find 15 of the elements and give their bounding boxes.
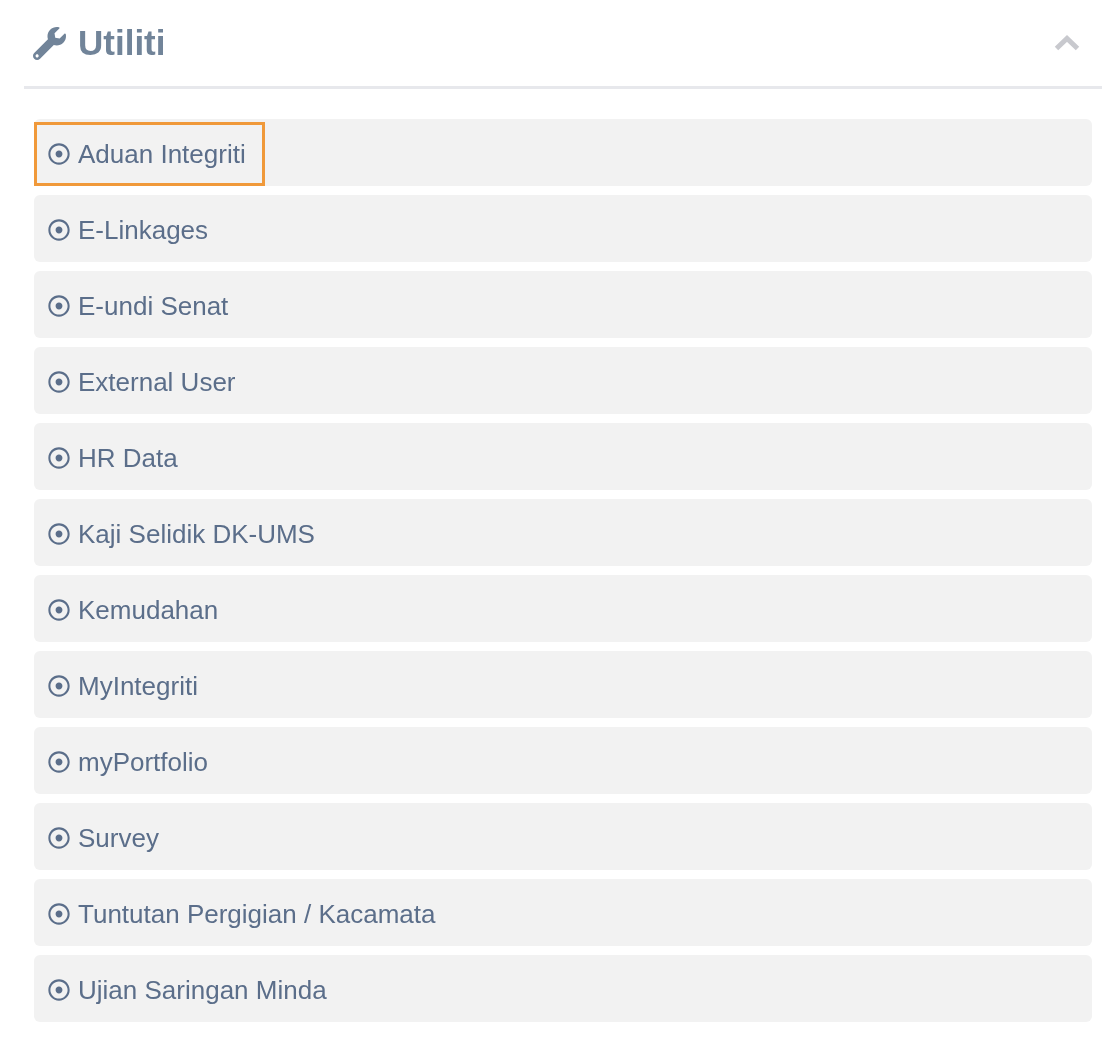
menu-link[interactable]: Kaji Selidik DK-UMS: [34, 502, 334, 566]
menu-link[interactable]: HR Data: [34, 426, 197, 490]
menu-link[interactable]: Survey: [34, 806, 178, 870]
chevron-up-icon[interactable]: [1054, 35, 1080, 51]
menu-link[interactable]: Aduan Integriti: [34, 122, 265, 186]
menu-link[interactable]: External User: [34, 350, 255, 414]
menu-link[interactable]: Kemudahan: [34, 578, 238, 642]
wrench-icon: [33, 26, 66, 60]
menu-link[interactable]: Tuntutan Pergigian / Kacamata: [34, 882, 455, 946]
menu-link[interactable]: E-undi Senat: [34, 274, 248, 338]
menu-link[interactable]: E-Linkages: [34, 198, 228, 262]
panel-title: Utiliti: [78, 23, 166, 63]
menu-link[interactable]: MyIntegriti: [34, 654, 217, 718]
menu-link[interactable]: Ujian Saringan Minda: [34, 958, 346, 1022]
menu-link[interactable]: myPortfolio: [34, 730, 228, 794]
